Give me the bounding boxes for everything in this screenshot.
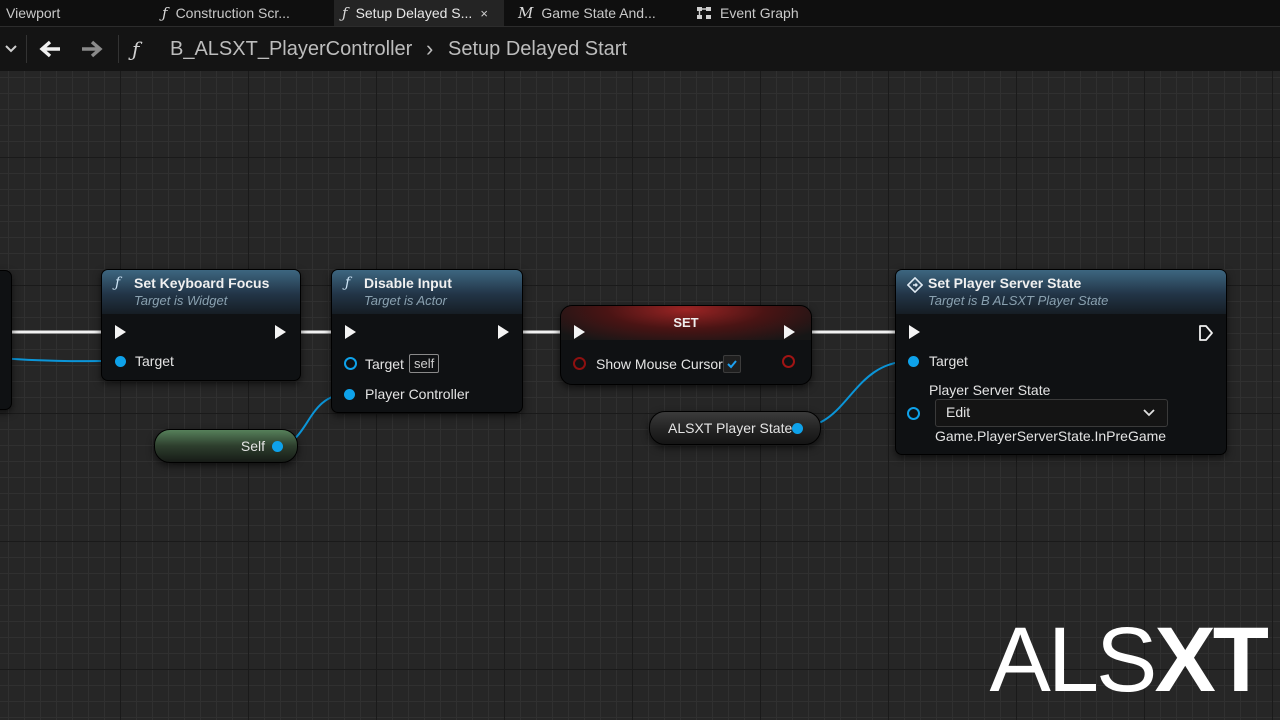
dropdown-value: Edit: [946, 404, 971, 420]
player-server-state-pin[interactable]: [907, 407, 920, 420]
partial-node[interactable]: [0, 270, 12, 410]
variable-label: Self: [240, 438, 265, 454]
node-title: Set Keyboard Focus: [134, 275, 270, 291]
exec-out-pin[interactable]: [275, 325, 286, 339]
target-pin[interactable]: [344, 357, 357, 370]
chevron-down-icon: [1143, 409, 1155, 417]
node-subtitle: Target is Widget: [134, 293, 228, 308]
node-header: ƒ Set Keyboard Focus Target is Widget: [102, 270, 300, 314]
node-title: SET: [673, 315, 699, 330]
variable-label: ALSXT Player State: [668, 420, 793, 436]
node-subtitle: Target is Actor: [364, 293, 447, 308]
pin-label-target: Target: [929, 353, 968, 369]
node-disable-input[interactable]: ƒ Disable Input Target is Actor Target s…: [331, 269, 523, 413]
self-default-value[interactable]: self: [409, 354, 440, 373]
player-controller-pin[interactable]: [344, 389, 355, 400]
checkmark-icon: [727, 360, 737, 369]
alsxt-watermark: ALSXT: [990, 614, 1269, 706]
variable-alsxt-player-state[interactable]: ALSXT Player State: [649, 411, 821, 445]
pin-label-target: Target: [135, 353, 174, 369]
node-header: SET: [561, 306, 811, 340]
target-pin[interactable]: [115, 356, 126, 367]
variable-self[interactable]: Self: [154, 429, 298, 463]
exec-out-pin-empty[interactable]: [1198, 324, 1214, 342]
pin-label-show-mouse-cursor: Show Mouse Cursor: [596, 356, 723, 372]
node-set-keyboard-focus[interactable]: ƒ Set Keyboard Focus Target is Widget Ta…: [101, 269, 301, 381]
pin-label-target: Target: [365, 356, 404, 372]
show-mouse-cursor-pin[interactable]: [573, 357, 586, 370]
node-header: Set Player Server State Target is B ALSX…: [896, 270, 1226, 314]
exec-out-pin[interactable]: [784, 325, 795, 339]
pin-label-player-controller: Player Controller: [365, 386, 470, 402]
target-pin[interactable]: [908, 356, 919, 367]
node-header: ƒ Disable Input Target is Actor: [332, 270, 522, 314]
exec-in-pin[interactable]: [115, 325, 126, 339]
exec-out-pin[interactable]: [498, 325, 509, 339]
exec-in-pin[interactable]: [909, 325, 920, 339]
gameplay-tag-value: Game.PlayerServerState.InPreGame: [935, 428, 1167, 444]
node-title: Set Player Server State: [928, 275, 1082, 291]
node-subtitle: Target is B ALSXT Player State: [928, 293, 1109, 308]
function-icon: ƒ: [345, 275, 351, 291]
node-set-player-server-state[interactable]: Set Player Server State Target is B ALSX…: [895, 269, 1227, 455]
self-output-pin[interactable]: [272, 441, 283, 452]
watermark-als: ALS: [989, 609, 1158, 711]
exec-in-pin[interactable]: [345, 325, 356, 339]
function-icon: ƒ: [115, 275, 121, 291]
show-mouse-cursor-output-pin[interactable]: [782, 355, 795, 368]
player-server-state-dropdown[interactable]: Edit: [935, 399, 1168, 427]
watermark-xt: XT: [1154, 609, 1269, 711]
player-state-output-pin[interactable]: [792, 423, 803, 434]
interface-message-icon: [907, 277, 923, 293]
exec-in-pin[interactable]: [574, 325, 585, 339]
pin-label-player-server-state: Player Server State: [929, 382, 1051, 398]
show-mouse-cursor-checkbox[interactable]: [723, 355, 741, 373]
node-set[interactable]: SET Show Mouse Cursor: [560, 305, 812, 385]
node-title: Disable Input: [364, 275, 452, 291]
